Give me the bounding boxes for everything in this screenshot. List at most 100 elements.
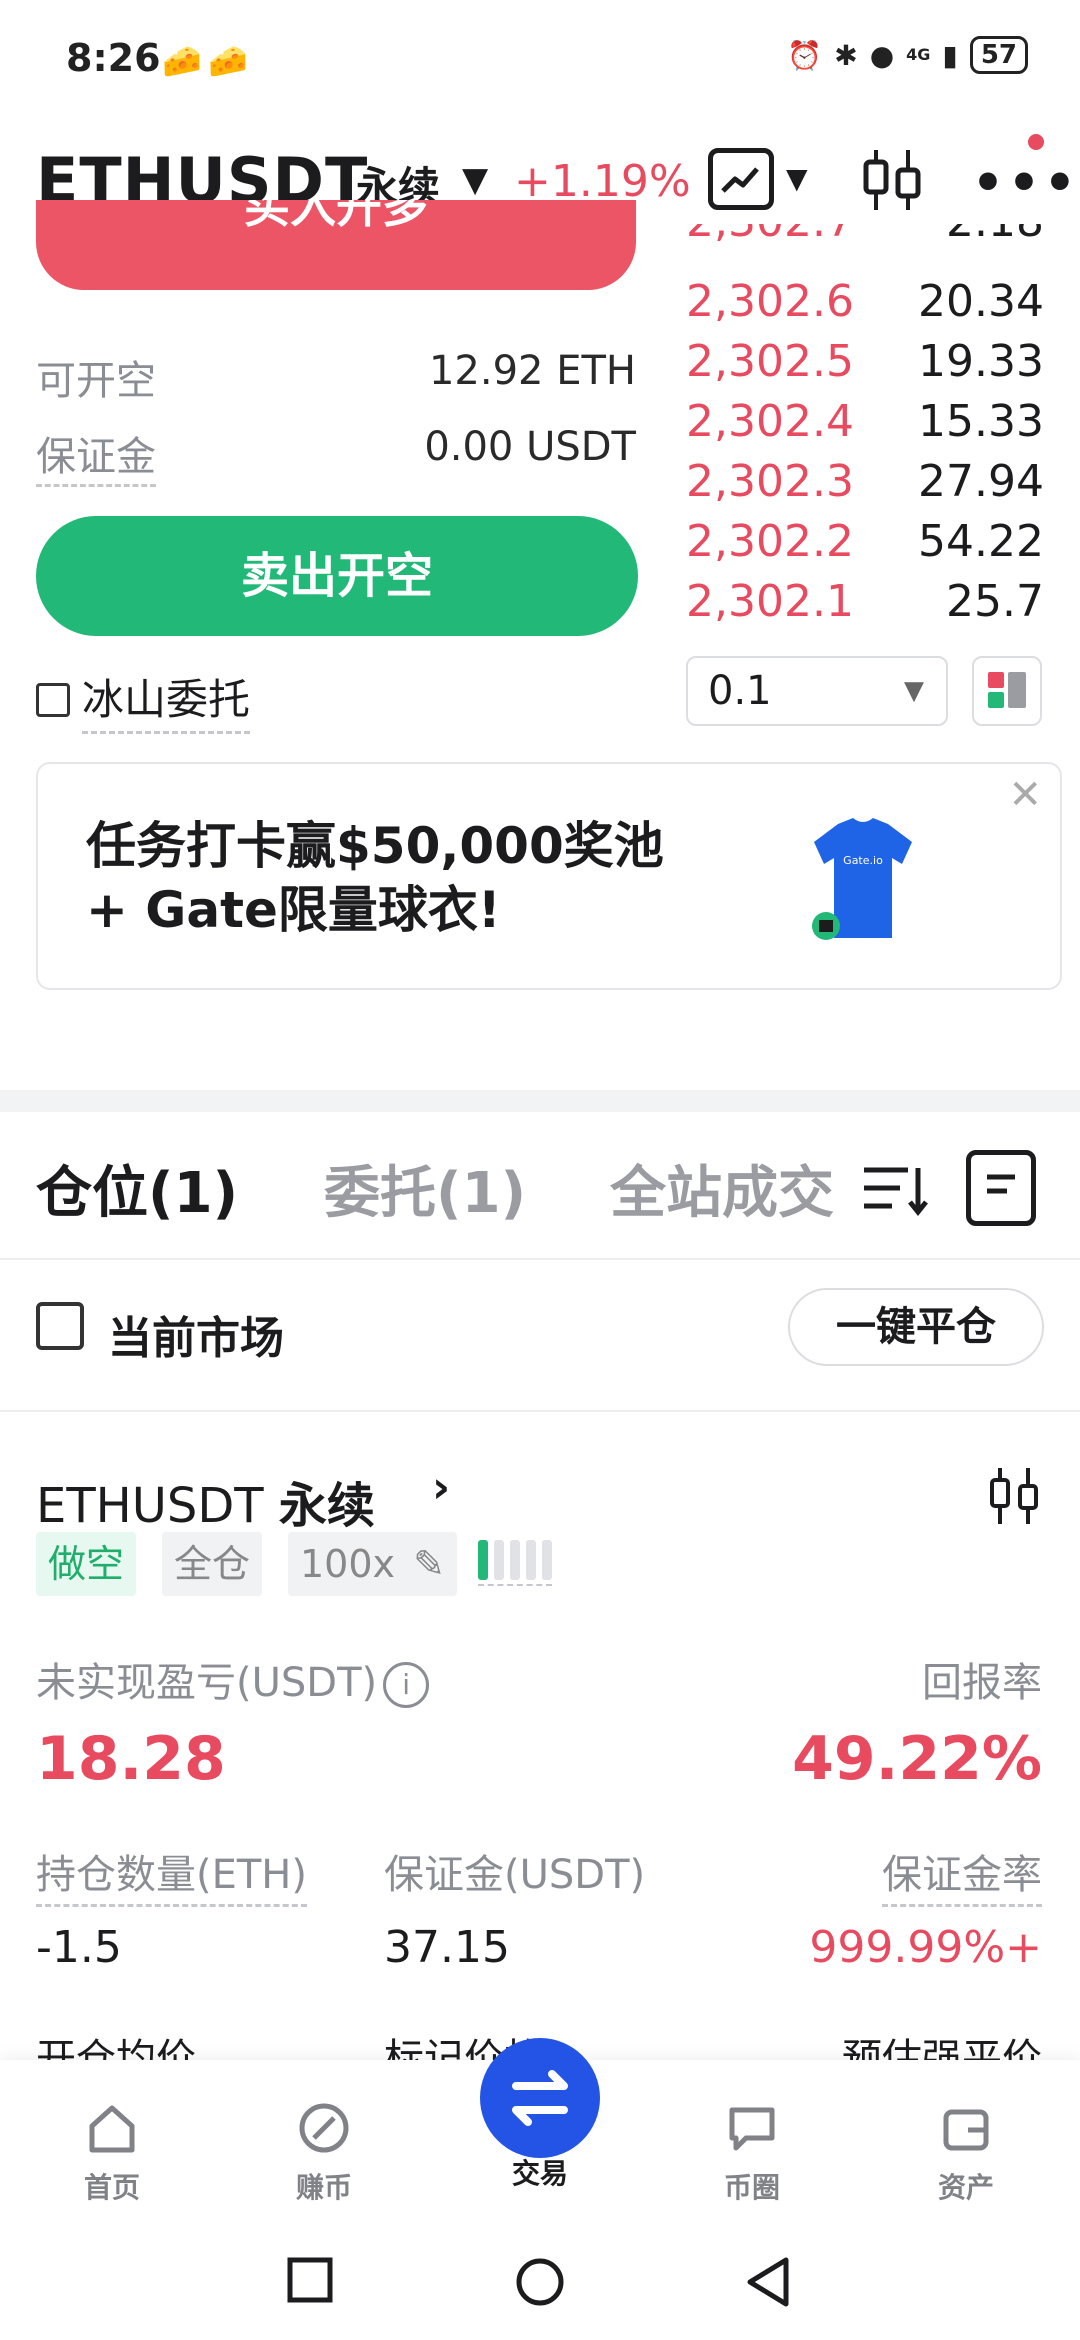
buy-long-button[interactable]: 买入开多 bbox=[36, 200, 636, 290]
ask-row[interactable]: 2,302.5 19.33 bbox=[686, 336, 1046, 396]
swap-icon bbox=[512, 2070, 568, 2126]
back-icon[interactable] bbox=[744, 2256, 792, 2308]
leverage-tag[interactable]: 100x ✎ bbox=[288, 1532, 457, 1596]
iceberg-checkbox[interactable] bbox=[36, 683, 70, 717]
sort-filter-icon[interactable] bbox=[860, 1160, 930, 1220]
orderbook-layout-icon bbox=[988, 672, 1026, 708]
risk-bar bbox=[494, 1540, 504, 1580]
candlestick-icon bbox=[990, 1468, 1038, 1524]
ask-row[interactable]: 2,302.6 20.34 bbox=[686, 276, 1046, 336]
ask-qty: 15.33 bbox=[918, 396, 1044, 447]
current-market-label[interactable]: 当前市场 bbox=[108, 1302, 284, 1366]
margin-ratio-value: 999.99%+ bbox=[809, 1922, 1042, 1973]
bluetooth-icon: ✱ bbox=[834, 38, 858, 72]
position-type: 永续 bbox=[278, 1478, 375, 1534]
ask-row[interactable]: 2,302.1 25.7 bbox=[686, 576, 1046, 636]
unrealized-pnl-label: 未实现盈亏(USDT) i bbox=[36, 1650, 430, 1708]
ask-qty: 2.18 bbox=[946, 224, 1044, 247]
bottom-tab-assets[interactable]: 资产 bbox=[906, 2100, 1026, 2206]
bottom-tab-earn[interactable]: 赚币 bbox=[264, 2100, 384, 2206]
bottom-tab-label: 币圈 bbox=[723, 2171, 780, 2204]
tab-trades[interactable]: 全站成交 bbox=[610, 1148, 838, 1229]
tab-positions[interactable]: 仓位(1) bbox=[36, 1148, 238, 1229]
candlestick-icon bbox=[863, 150, 921, 210]
alarm-icon: ⏰ bbox=[787, 38, 823, 72]
location-icon: ● bbox=[869, 38, 895, 72]
bottom-tab-home[interactable]: 首页 bbox=[52, 2100, 172, 2206]
ask-qty: 20.34 bbox=[918, 276, 1044, 327]
order-history-icon[interactable] bbox=[966, 1150, 1036, 1226]
banner-line-1: 任务打卡赢$50,000奖池 bbox=[86, 817, 664, 875]
jersey-icon: Gate.io bbox=[812, 818, 912, 940]
info-icon[interactable]: i bbox=[383, 1662, 430, 1708]
depth-precision-select[interactable]: 0.1 ▼ bbox=[686, 656, 948, 726]
leverage-value: 100x bbox=[300, 1542, 396, 1586]
more-icon[interactable]: ••• bbox=[972, 154, 1080, 212]
margin-value: 0.00 USDT bbox=[424, 424, 636, 470]
available-short-value: 12.92 ETH bbox=[428, 348, 636, 394]
iceberg-order-option[interactable]: 冰山委托 bbox=[36, 666, 251, 734]
promo-banner[interactable]: 任务打卡赢$50,000奖池 + Gate限量球衣! Gate.io ✕ bbox=[36, 762, 1062, 990]
ask-qty: 54.22 bbox=[918, 516, 1044, 567]
ask-row[interactable]: 2,302.4 15.33 bbox=[686, 396, 1046, 456]
ask-row[interactable]: 2,302.3 27.94 bbox=[686, 456, 1046, 516]
position-kline-button[interactable] bbox=[986, 1466, 1042, 1526]
position-size-label[interactable]: 持仓数量(ETH) bbox=[36, 1842, 307, 1907]
ask-qty: 25.7 bbox=[946, 576, 1044, 627]
tab-orders[interactable]: 委托(1) bbox=[324, 1148, 526, 1229]
edit-icon: ✎ bbox=[413, 1542, 445, 1586]
system-nav-bar bbox=[0, 2220, 1080, 2340]
unrealized-pnl-value: 18.28 bbox=[36, 1724, 226, 1794]
home-nav-icon[interactable] bbox=[514, 2256, 566, 2308]
notification-icon: 🧀 bbox=[208, 42, 248, 80]
bottom-tab-label: 资产 bbox=[937, 2171, 994, 2204]
available-short-label: 可开空 bbox=[36, 358, 156, 404]
unrealized-pnl-label-text: 未实现盈亏(USDT) bbox=[36, 1660, 378, 1706]
close-icon[interactable]: ✕ bbox=[1008, 772, 1042, 818]
margin-ratio-label[interactable]: 保证金率 bbox=[882, 1842, 1042, 1907]
ask-qty: 27.94 bbox=[918, 456, 1044, 507]
jersey-logo: Gate.io bbox=[843, 854, 883, 867]
ask-row[interactable]: 2,302.2 54.22 bbox=[686, 516, 1046, 576]
close-all-button[interactable]: 一键平仓 bbox=[788, 1288, 1044, 1366]
network-indicator: 4G bbox=[906, 45, 931, 64]
iceberg-label: 冰山委托 bbox=[82, 666, 251, 734]
orderbook: 2,302.6 20.34 2,302.5 19.33 2,302.4 15.3… bbox=[686, 276, 1046, 636]
home-icon bbox=[89, 2105, 135, 2153]
pair-dropdown-icon[interactable]: ▼ bbox=[462, 160, 488, 200]
position-symbol[interactable]: ETHUSDT 永续 bbox=[36, 1466, 375, 1536]
margin-label[interactable]: 保证金 bbox=[36, 434, 156, 487]
roe-value: 49.22% bbox=[792, 1724, 1042, 1794]
bottom-tab-community[interactable]: 币圈 bbox=[692, 2100, 812, 2206]
chevron-right-icon[interactable]: › bbox=[432, 1462, 450, 1513]
ask-price: 2,302.2 bbox=[686, 516, 854, 567]
status-time: 8:26 bbox=[66, 36, 161, 80]
battery-indicator: 57 bbox=[969, 36, 1028, 74]
risk-bar bbox=[510, 1540, 520, 1580]
current-market-checkbox[interactable] bbox=[36, 1302, 84, 1350]
status-bar: 8:26 🧀 🧀 ⏰ ✱ ● 4G ▮ 57 bbox=[0, 0, 1080, 120]
risk-level-indicator[interactable] bbox=[478, 1540, 552, 1586]
trade-fab-button[interactable] bbox=[480, 2038, 600, 2158]
banner-line-2: + Gate限量球衣! bbox=[86, 881, 501, 939]
signal-icon: ▮ bbox=[942, 38, 958, 72]
community-icon bbox=[729, 2107, 775, 2151]
risk-bar bbox=[526, 1540, 536, 1580]
risk-bar bbox=[542, 1540, 552, 1580]
position-margin-label: 保证金(USDT) bbox=[384, 1852, 646, 1898]
margin-mode-tag: 全仓 bbox=[162, 1532, 263, 1596]
side-tag: 做空 bbox=[36, 1532, 137, 1596]
sell-short-button[interactable]: 卖出开空 bbox=[36, 516, 638, 636]
ask-price: 2,302.1 bbox=[686, 576, 854, 627]
notification-dot bbox=[1028, 134, 1044, 150]
notification-icon: 🧀 bbox=[162, 42, 202, 80]
section-divider bbox=[0, 1090, 1080, 1112]
ask-price[interactable]: 2,302.7 bbox=[686, 224, 854, 247]
recents-icon[interactable] bbox=[286, 2256, 334, 2304]
chart-type-caret-icon[interactable]: ▼ bbox=[786, 162, 808, 195]
ask-price: 2,302.5 bbox=[686, 336, 854, 387]
chart-type-button[interactable] bbox=[708, 148, 774, 210]
kline-button[interactable] bbox=[858, 146, 926, 214]
orderbook-layout-button[interactable] bbox=[972, 656, 1042, 726]
bottom-tab-label: 赚币 bbox=[295, 2171, 352, 2204]
